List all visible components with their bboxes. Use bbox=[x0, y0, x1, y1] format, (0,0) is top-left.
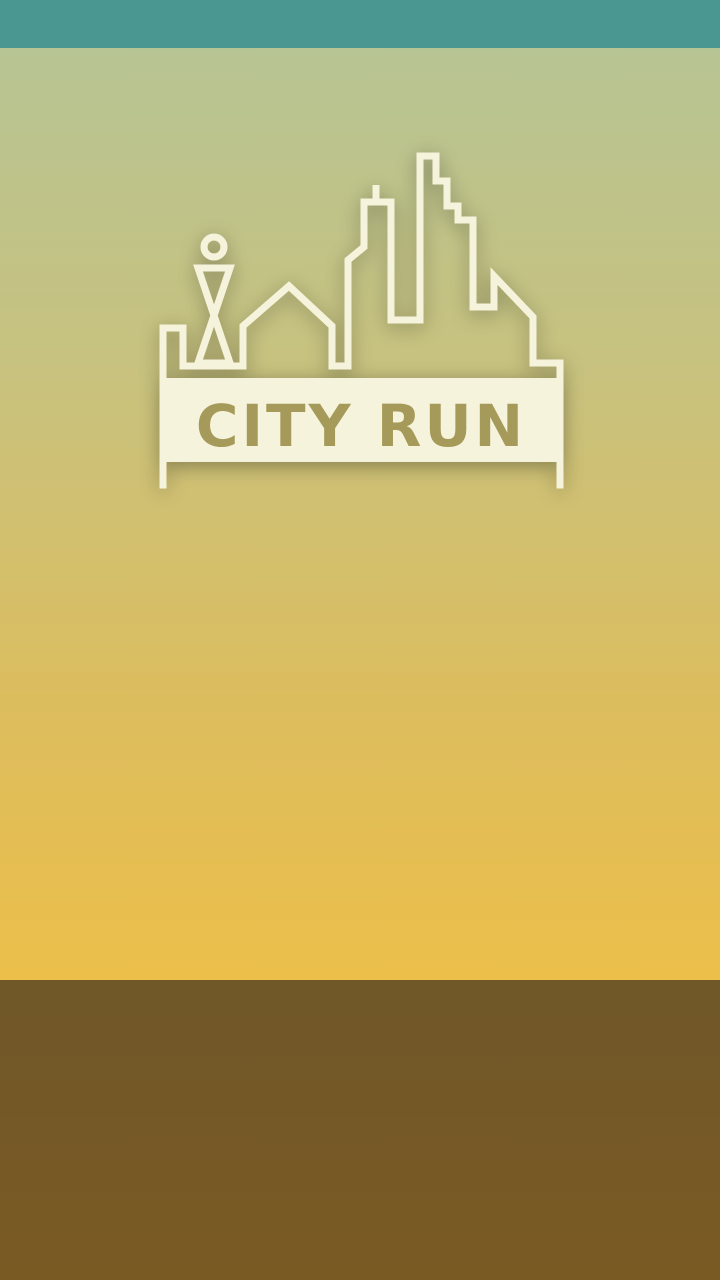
status-bar bbox=[0, 0, 720, 48]
city-run-logo: CITY RUN bbox=[150, 140, 574, 500]
city-skyline-icon: CITY RUN bbox=[159, 152, 564, 489]
ground bbox=[0, 980, 720, 1280]
game-title: CITY RUN bbox=[196, 392, 526, 460]
game-screen: CITY RUN bbox=[0, 0, 720, 1280]
runner-head-icon bbox=[200, 233, 228, 261]
runner-body-icon bbox=[193, 264, 235, 367]
